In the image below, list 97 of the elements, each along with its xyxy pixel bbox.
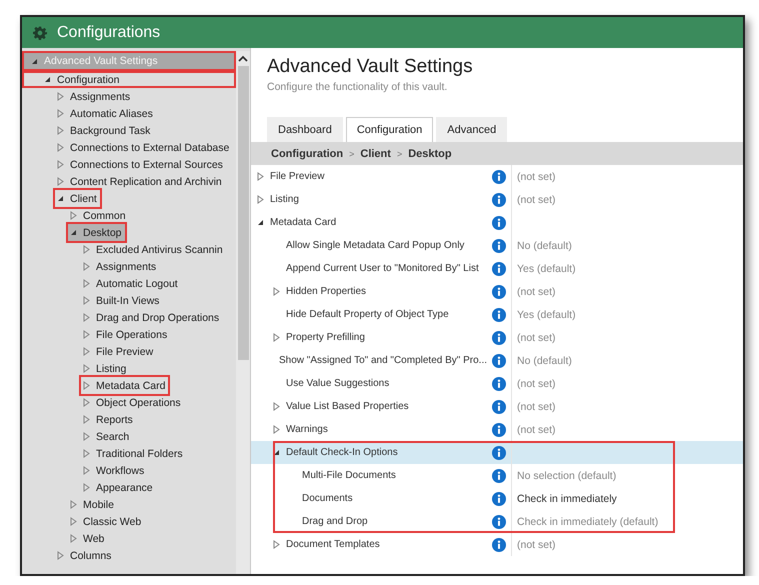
info-icon[interactable] (492, 422, 506, 436)
collapsed-arrow-icon[interactable] (257, 172, 264, 181)
tab[interactable]: Dashboard (267, 117, 343, 142)
tree-item[interactable]: Client (53, 188, 102, 209)
setting-row[interactable]: Listing (not set) (251, 188, 743, 211)
setting-label: Multi-File Documents (302, 470, 396, 481)
setting-label: Document Templates (286, 539, 380, 550)
setting-row[interactable]: Multi-File Documents No selection (default) (251, 464, 743, 487)
setting-row[interactable]: Metadata Card (251, 211, 743, 234)
setting-value: (not set) (517, 538, 556, 550)
info-icon[interactable] (492, 376, 506, 390)
breadcrumb-separator: > (349, 148, 354, 158)
page-title: Advanced Vault Settings (267, 56, 474, 78)
info-icon[interactable] (492, 330, 506, 344)
setting-value: Check in immediately (default) (517, 516, 658, 528)
collapsed-arrow-icon[interactable] (273, 425, 280, 434)
setting-label: Listing (270, 194, 299, 205)
expanded-arrow-icon[interactable] (57, 195, 64, 202)
setting-row[interactable]: Value List Based Properties (not set) (251, 395, 743, 418)
setting-label: Hidden Properties (286, 286, 366, 297)
setting-row[interactable]: Default Check-In Options (251, 441, 743, 464)
info-icon[interactable] (492, 262, 506, 276)
setting-row[interactable]: Allow Single Metadata Card Popup Only No (default) (251, 234, 743, 257)
expanded-arrow-icon[interactable] (31, 58, 38, 64)
info-icon[interactable] (492, 538, 506, 552)
tab[interactable]: Configuration (346, 117, 434, 142)
setting-label: Use Value Suggestions (286, 378, 390, 389)
info-icon[interactable] (492, 216, 506, 230)
setting-label: Drag and Drop (302, 516, 368, 527)
setting-row[interactable]: Hide Default Property of Object Type Yes (default) (251, 303, 743, 326)
page-subtitle: Configure the functionality of this vault. (267, 81, 448, 94)
collapsed-arrow-icon[interactable] (70, 211, 77, 220)
expanded-arrow-icon[interactable] (257, 219, 264, 226)
info-icon[interactable] (492, 514, 506, 528)
setting-label: Append Current User to "Monitored By" List (286, 263, 479, 274)
window-title: Configurations (57, 24, 160, 42)
setting-label: Default Check-In Options (286, 447, 398, 458)
setting-row[interactable]: Document Templates (not set) (251, 533, 743, 556)
info-icon[interactable] (492, 192, 506, 206)
info-icon[interactable] (492, 284, 506, 298)
tab[interactable]: Advanced (436, 117, 508, 142)
setting-label: Property Prefilling (286, 332, 365, 343)
setting-label: Value List Based Properties (286, 401, 409, 412)
info-icon[interactable] (492, 354, 506, 368)
setting-label: Warnings (286, 424, 328, 435)
info-icon[interactable] (492, 170, 506, 184)
setting-value: (not set) (517, 194, 556, 206)
setting-value: No (default) (517, 240, 572, 252)
info-icon[interactable] (492, 468, 506, 482)
setting-row[interactable]: Property Prefilling (not set) (251, 326, 743, 349)
collapsed-arrow-icon[interactable] (273, 287, 280, 296)
breadcrumb-link[interactable]: Desktop (408, 148, 452, 160)
info-icon[interactable] (492, 308, 506, 322)
setting-value: (not set) (517, 170, 556, 182)
scrollbar[interactable] (236, 51, 250, 574)
setting-value: No selection (default) (517, 470, 616, 482)
setting-row[interactable]: Append Current User to "Monitored By" List Yes (default) (251, 257, 743, 280)
expanded-arrow-icon[interactable] (273, 449, 280, 456)
setting-label: File Preview (270, 171, 324, 182)
setting-label: Hide Default Property of Object Type (286, 309, 449, 320)
info-icon[interactable] (492, 400, 506, 414)
breadcrumb-link[interactable]: Configuration (271, 148, 344, 160)
expanded-arrow-icon[interactable] (70, 229, 77, 236)
setting-value: (not set) (517, 378, 556, 390)
setting-value: (not set) (517, 286, 556, 298)
breadcrumb-separator: > (396, 148, 402, 158)
collapsed-arrow-icon[interactable] (273, 402, 280, 411)
setting-value: Check in immediately (517, 492, 617, 504)
setting-value: (not set) (517, 424, 556, 436)
setting-value: Yes (default) (517, 262, 576, 274)
setting-label: Allow Single Metadata Card Popup Only (286, 240, 464, 251)
gear-icon (33, 26, 47, 40)
setting-row[interactable]: Drag and Drop Check in immediately (default) (251, 510, 743, 533)
expanded-arrow-icon[interactable] (44, 76, 51, 83)
setting-row[interactable]: Documents Check in immediately (251, 487, 743, 510)
setting-value: (not set) (517, 332, 556, 344)
tree-item[interactable]: Desktop (66, 222, 127, 243)
setting-row[interactable]: Hidden Properties (not set) (251, 280, 743, 303)
setting-value: (not set) (517, 400, 556, 412)
setting-value: No (default) (517, 354, 572, 366)
info-icon[interactable] (492, 238, 506, 252)
info-icon[interactable] (492, 492, 506, 506)
setting-label: Documents (302, 493, 353, 504)
collapsed-arrow-icon[interactable] (257, 195, 264, 204)
setting-row[interactable]: File Preview (not set) (251, 165, 743, 188)
info-icon[interactable] (492, 446, 506, 460)
collapsed-arrow-icon[interactable] (273, 540, 280, 549)
setting-row[interactable]: Show "Assigned To" and "Completed By" Pro... No (default) (251, 349, 743, 372)
setting-label: Show "Assigned To" and "Completed By" Pro... (278, 355, 487, 366)
scrollbar-thumb[interactable] (238, 66, 248, 360)
chevron-up-icon[interactable] (238, 55, 248, 62)
setting-row[interactable]: Use Value Suggestions (not set) (251, 372, 743, 395)
setting-label: Metadata Card (270, 217, 336, 228)
collapsed-arrow-icon[interactable] (273, 333, 280, 342)
tree-item[interactable]: Metadata Card (79, 375, 170, 396)
setting-value: Yes (default) (517, 308, 576, 320)
breadcrumb-link[interactable]: Client (360, 148, 391, 160)
